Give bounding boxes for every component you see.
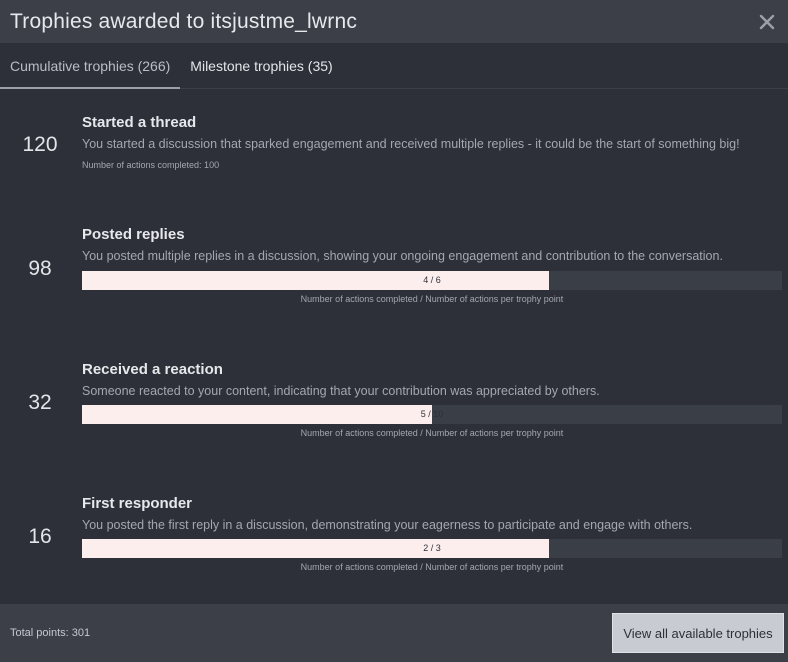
modal-footer: Total points: 301 View all available tro… bbox=[0, 604, 788, 662]
trophy-name: Received a reaction bbox=[82, 361, 223, 378]
trophy-description: You started a discussion that sparked en… bbox=[82, 137, 740, 151]
progress-text: 2 / 3 bbox=[423, 543, 441, 553]
modal-header: Trophies awarded to itsjustme_lwrnc bbox=[0, 0, 788, 43]
trophy-points: 98 bbox=[28, 257, 52, 280]
modal-title: Trophies awarded to itsjustme_lwrnc bbox=[10, 9, 358, 33]
progress-bar: 2 / 3 bbox=[82, 539, 782, 558]
close-icon[interactable] bbox=[756, 11, 778, 33]
tab-cumulative-trophies[interactable]: Cumulative trophies (266) bbox=[0, 43, 181, 89]
tab-milestone-trophies[interactable]: Milestone trophies (35) bbox=[180, 43, 342, 88]
progress-note: Number of actions completed / Number of … bbox=[300, 562, 564, 572]
progress-text: 5 / 10 bbox=[420, 409, 444, 419]
progress-note: Number of actions completed / Number of … bbox=[300, 294, 564, 304]
progress-bar: 4 / 6 bbox=[82, 271, 782, 290]
trophy-name: Posted replies bbox=[82, 226, 185, 243]
trophy-actions-note: Number of actions completed: 100 bbox=[82, 160, 220, 170]
trophy-points: 16 bbox=[28, 525, 52, 548]
trophy-name: Started a thread bbox=[82, 114, 197, 131]
trophy-description: You posted the first reply in a discussi… bbox=[82, 518, 693, 532]
trophy-description: You posted multiple replies in a discuss… bbox=[82, 249, 723, 263]
progress-bar: 5 / 10 bbox=[82, 405, 782, 424]
trophy-description: Someone reacted to your content, indicat… bbox=[82, 384, 600, 398]
progress-text: 4 / 6 bbox=[423, 275, 441, 285]
progress-note: Number of actions completed / Number of … bbox=[300, 428, 564, 438]
trophy-points: 32 bbox=[28, 391, 52, 414]
trophy-name: First responder bbox=[82, 495, 193, 512]
view-all-trophies-button[interactable]: View all available trophies bbox=[612, 613, 784, 653]
trophy-tabs: Cumulative trophies (266) Milestone trop… bbox=[0, 43, 788, 89]
trophy-points: 120 bbox=[22, 133, 58, 156]
trophies-modal: Trophies awarded to itsjustme_lwrnc Cumu… bbox=[0, 0, 788, 662]
total-points: Total points: 301 bbox=[10, 627, 91, 639]
